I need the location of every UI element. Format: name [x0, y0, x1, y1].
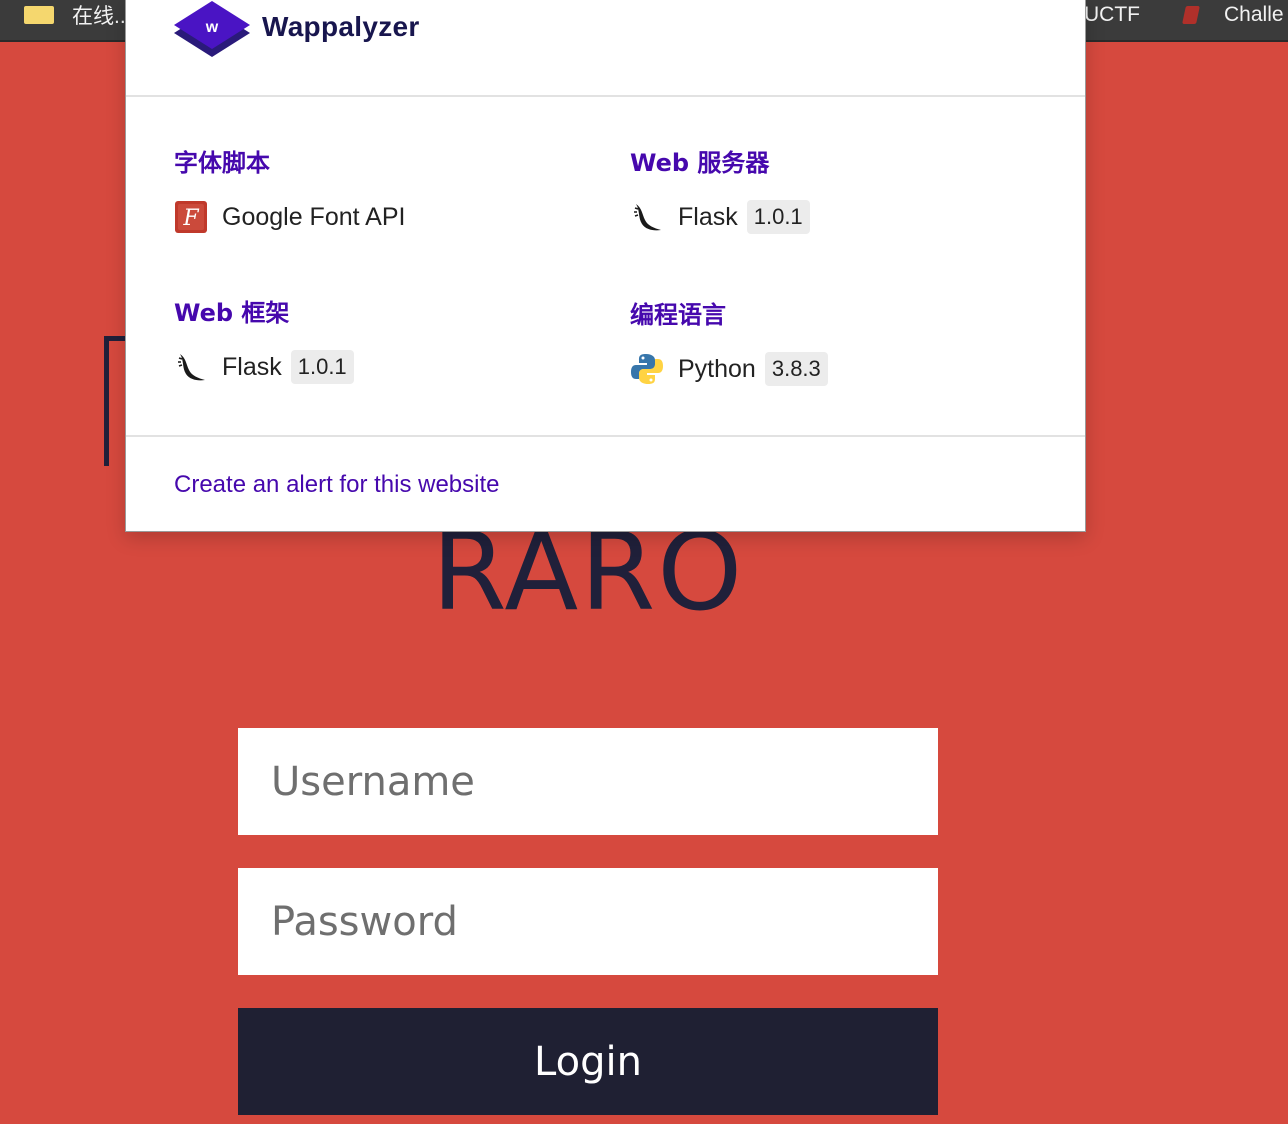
bookmark-label: UCTF	[1084, 3, 1140, 26]
tech-name: Python	[678, 354, 756, 383]
bookmark-uctf[interactable]: UCTF	[1084, 0, 1140, 30]
tech-version-badge: 3.8.3	[764, 352, 828, 386]
category-font-scripts: 字体脚本 F Google Font API	[174, 143, 414, 235]
svg-text:F: F	[182, 206, 199, 231]
tech-item-flask-server[interactable]: Flask 1.0.1	[630, 199, 810, 235]
bookmark-folder[interactable]: 在线...	[24, 0, 132, 30]
bookmark-label: 在线...	[72, 5, 132, 28]
logo-letter: w	[205, 19, 219, 36]
tech-item-flask-framework[interactable]: Flask 1.0.1	[174, 349, 354, 385]
category-programming-languages: 编程语言 Python 3.8.3	[630, 295, 828, 387]
flask-icon	[178, 354, 205, 381]
category-title[interactable]: Web 框架	[174, 293, 354, 327]
tech-name: Flask	[678, 202, 738, 231]
tech-name: Google Font API	[222, 202, 406, 231]
tech-item-python[interactable]: Python 3.8.3	[630, 351, 828, 387]
login-button[interactable]: Login	[238, 1008, 938, 1115]
bookmark-label: Challe	[1224, 3, 1284, 26]
password-input[interactable]	[238, 868, 938, 975]
category-title[interactable]: 编程语言	[630, 295, 828, 329]
flask-icon	[634, 204, 661, 231]
popup-header: w Wappalyzer	[126, 0, 1085, 97]
category-title[interactable]: 字体脚本	[174, 143, 414, 177]
python-icon	[631, 354, 663, 384]
tech-name: Flask	[222, 352, 282, 381]
bookmark-challenge[interactable]: Challe	[1182, 0, 1284, 30]
bookmark-favicon-icon	[1182, 6, 1200, 24]
popup-footer: Create an alert for this website	[126, 435, 1085, 531]
username-input[interactable]	[238, 728, 938, 835]
wappalyzer-popup: w Wappalyzer 字体脚本 F Google Font API Web …	[125, 0, 1086, 532]
wappalyzer-logo-text: Wappalyzer	[262, 11, 420, 42]
folder-icon	[24, 6, 54, 24]
tech-item-google-font-api[interactable]: F Google Font API	[174, 199, 414, 235]
google-font-api-icon: F	[175, 201, 207, 233]
tech-version-badge: 1.0.1	[290, 350, 354, 384]
create-alert-link[interactable]: Create an alert for this website	[174, 471, 500, 499]
category-title[interactable]: Web 服务器	[630, 143, 810, 177]
category-web-frameworks: Web 框架 Flask 1.0.1	[174, 293, 354, 385]
wappalyzer-logo-icon: w	[174, 1, 250, 57]
category-web-servers: Web 服务器 Flask 1.0.1	[630, 143, 810, 235]
tech-version-badge: 1.0.1	[746, 200, 810, 234]
